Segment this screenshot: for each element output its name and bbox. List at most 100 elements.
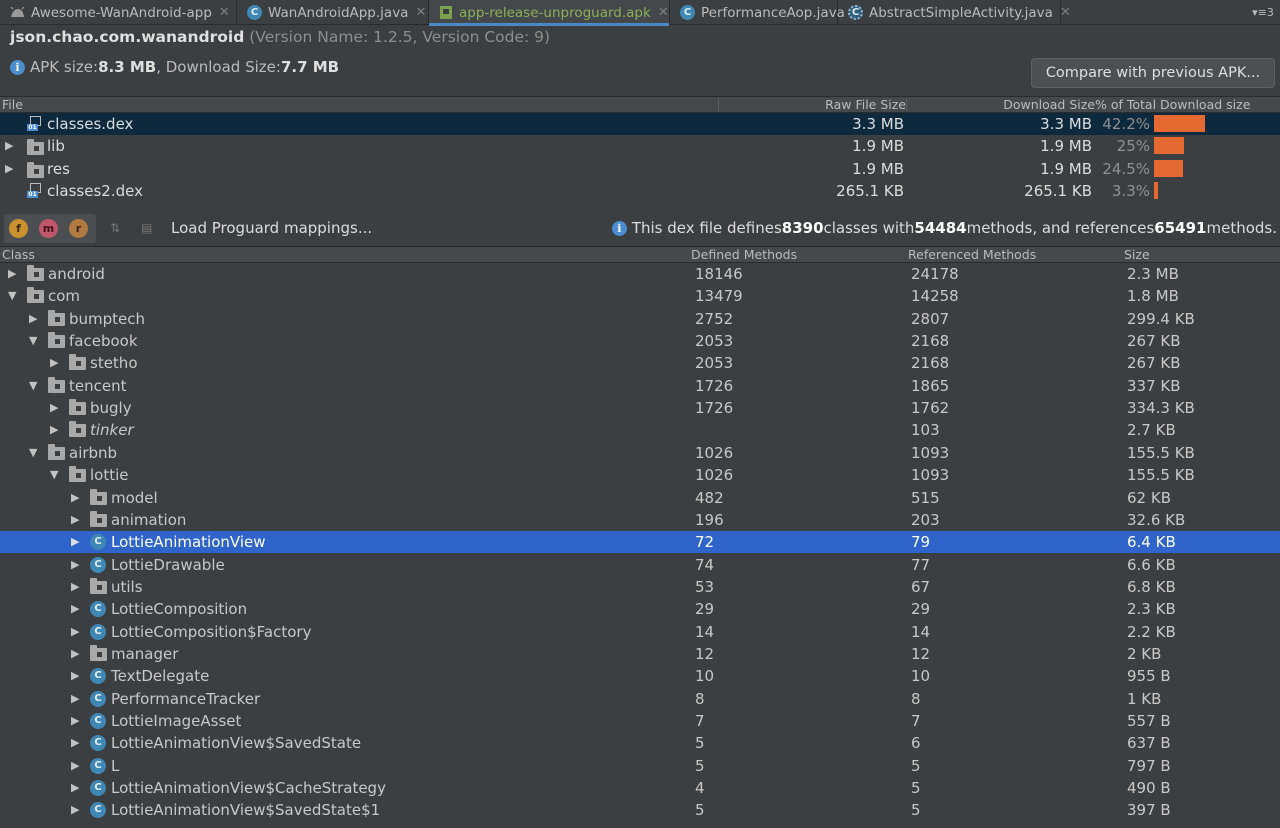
expand-arrow-icon[interactable]: ▶ [71, 710, 79, 732]
class-column-header[interactable]: Class [2, 247, 35, 262]
file-table-row[interactable]: 01 classes.dex 3.3 MB 3.3 MB 42.2% [0, 113, 1280, 135]
version-info: (Version Name: 1.2.5, Version Code: 9) [249, 28, 551, 46]
package-row[interactable]: ▼ lottie 1026 1093 155.5 KB [0, 464, 1280, 486]
deobfuscate-icon[interactable]: ▤ [141, 221, 158, 236]
package-folder-icon [90, 510, 107, 527]
file-table-row[interactable]: ▶ lib 1.9 MB 1.9 MB 25% [0, 135, 1280, 157]
package-row[interactable]: ▶ utils 53 67 6.8 KB [0, 576, 1280, 598]
size-value: 337 KB [1127, 376, 1181, 395]
load-proguard-mappings-link[interactable]: Load Proguard mappings... [171, 219, 372, 237]
show-fields-button[interactable]: f [9, 219, 28, 238]
class-row[interactable]: ▶ C PerformanceTracker 8 8 1 KB [0, 688, 1280, 710]
show-methods-button[interactable]: m [39, 219, 58, 238]
expand-arrow-icon[interactable]: ▶ [71, 598, 79, 620]
collapse-arrow-icon[interactable]: ▼ [8, 285, 16, 307]
expand-arrow-icon[interactable]: ▶ [50, 397, 58, 419]
expand-arrow-icon[interactable]: ▶ [5, 158, 13, 180]
dex-file-summary: i This dex file defines 8390 classes wit… [611, 219, 1277, 237]
expand-arrow-icon[interactable]: ▶ [71, 576, 79, 598]
package-row[interactable]: ▼ tencent 1726 1865 337 KB [0, 375, 1280, 397]
editor-tab[interactable]: app-release-unproguard.apk ✕ [429, 0, 670, 26]
class-row[interactable]: ▶ C LottieAnimationView$SavedState 5 6 637 B [0, 732, 1280, 754]
class-row[interactable]: ▶ C LottieAnimationView$CacheStrategy 4 5 490… [0, 777, 1280, 799]
class-name: LottieImageAsset [111, 712, 242, 730]
package-row[interactable]: ▼ com 13479 14258 1.8 MB [0, 285, 1280, 307]
class-row[interactable]: ▶ C LottieComposition$Factory 14 14 2.2 KB [0, 621, 1280, 643]
expand-arrow-icon[interactable]: ▶ [71, 487, 79, 509]
expand-arrow-icon[interactable]: ▶ [71, 665, 79, 687]
package-row[interactable]: ▼ airbnb 1026 1093 155.5 KB [0, 442, 1280, 464]
editor-tab[interactable]: C WanAndroidApp.java ✕ [237, 0, 429, 25]
package-row[interactable]: ▶ manager 12 12 2 KB [0, 643, 1280, 665]
class-row[interactable]: ▶ C LottieAnimationView 72 79 6.4 KB [0, 531, 1280, 554]
defined-methods-column-header[interactable]: Defined Methods [691, 247, 797, 262]
expand-arrow-icon[interactable]: ▶ [71, 554, 79, 576]
expand-arrow-icon[interactable]: ▶ [8, 263, 16, 285]
size-value: 6.4 KB [1127, 533, 1176, 552]
package-row[interactable]: ▶ android 18146 24178 2.3 MB [0, 263, 1280, 285]
package-row[interactable]: ▶ stetho 2053 2168 267 KB [0, 352, 1280, 374]
collapse-arrow-icon[interactable]: ▼ [29, 442, 37, 464]
collapse-arrow-icon[interactable]: ▼ [50, 464, 58, 486]
close-tab-icon[interactable]: ✕ [658, 5, 669, 20]
defined-methods-value: 2053 [695, 354, 734, 373]
class-row[interactable]: ▶ C L 5 5 797 B [0, 755, 1280, 777]
package-row[interactable]: ▼ facebook 2053 2168 267 KB [0, 330, 1280, 352]
size-value: 797 B [1127, 756, 1171, 775]
package-row[interactable]: ▶ tinker 103 2.7 KB [0, 419, 1280, 441]
file-column-header[interactable]: File [2, 97, 23, 112]
expand-arrow-icon[interactable]: ▶ [71, 732, 79, 754]
expand-arrow-icon[interactable]: ▶ [50, 352, 58, 374]
close-tab-icon[interactable]: ✕ [219, 5, 230, 20]
compare-apk-button[interactable]: Compare with previous APK... [1031, 58, 1275, 88]
close-tab-icon[interactable]: ✕ [1060, 5, 1071, 20]
expand-arrow-icon[interactable]: ▶ [29, 308, 37, 330]
file-table-row[interactable]: ▶ res 1.9 MB 1.9 MB 24.5% [0, 158, 1280, 180]
package-row[interactable]: ▶ animation 196 203 32.6 KB [0, 509, 1280, 531]
editor-tab[interactable]: CPerformanceAop.java✕ [670, 0, 863, 25]
expand-arrow-icon[interactable]: ▶ [71, 509, 79, 531]
size-value: 6.6 KB [1127, 555, 1176, 574]
class-c-icon: C [90, 601, 106, 618]
size-value: 267 KB [1127, 332, 1181, 351]
expand-arrow-icon[interactable]: ▶ [5, 135, 13, 157]
class-row[interactable]: ▶ C LottieImageAsset 7 7 557 B [0, 710, 1280, 732]
expand-arrow-icon[interactable]: ▶ [71, 688, 79, 710]
class-row[interactable]: ▶ C TextDelegate 10 10 955 B [0, 665, 1280, 687]
expand-arrow-icon[interactable]: ▶ [50, 419, 58, 441]
defined-methods-value: 72 [695, 533, 715, 552]
class-row[interactable]: ▶ C LottieDrawable 74 77 6.6 KB [0, 554, 1280, 576]
expand-arrow-icon[interactable]: ▶ [71, 643, 79, 665]
tab-overflow-menu[interactable]: ▾≡3 [1246, 0, 1280, 25]
percent-column-header[interactable]: % of Total Download size [1095, 97, 1250, 112]
close-tab-icon[interactable]: ✕ [415, 5, 426, 20]
expand-arrow-icon[interactable]: ▶ [71, 777, 79, 799]
sort-tree-icon[interactable]: ⇅ [110, 221, 127, 236]
size-value: 62 KB [1127, 488, 1171, 507]
referenced-methods-column-header[interactable]: Referenced Methods [908, 247, 1036, 262]
editor-tab[interactable]: Awesome-WanAndroid-app ✕ [0, 0, 237, 25]
expand-arrow-icon[interactable]: ▶ [71, 755, 79, 777]
file-table-row[interactable]: 01 classes2.dex 265.1 KB 265.1 KB 3.3% [0, 180, 1280, 202]
collapse-arrow-icon[interactable]: ▼ [29, 330, 37, 352]
class-row[interactable]: ▶ C LottieComposition 29 29 2.3 KB [0, 598, 1280, 620]
size-column-header[interactable]: Size [1124, 247, 1150, 262]
referenced-methods-value: 10 [911, 667, 931, 686]
package-row[interactable]: ▶ model 482 515 62 KB [0, 487, 1280, 509]
raw-size-column-header[interactable]: Raw File Size [825, 97, 906, 112]
class-row[interactable]: ▶ C LottieAnimationView$SavedState$1 5 5 397 … [0, 799, 1280, 821]
download-size-column-header[interactable]: Download Size [1003, 97, 1095, 112]
expand-arrow-icon[interactable]: ▶ [71, 531, 79, 553]
collapse-arrow-icon[interactable]: ▼ [29, 375, 37, 397]
show-references-button[interactable]: r [69, 219, 88, 238]
expand-arrow-icon[interactable]: ▶ [71, 621, 79, 643]
size-value: 155.5 KB [1127, 443, 1195, 462]
editor-tab[interactable]: C AbstractSimpleActivity.java ✕ [838, 0, 1071, 25]
package-row[interactable]: ▶ bugly 1726 1762 334.3 KB [0, 397, 1280, 419]
referenced-methods-value: 14 [911, 622, 931, 641]
size-value: 557 B [1127, 712, 1171, 730]
package-title: json.chao.com.wanandroid (Version Name: … [10, 28, 550, 46]
package-row[interactable]: ▶ bumptech 2752 2807 299.4 KB [0, 308, 1280, 330]
defined-methods-value: 7 [695, 712, 705, 730]
expand-arrow-icon[interactable]: ▶ [71, 799, 79, 821]
